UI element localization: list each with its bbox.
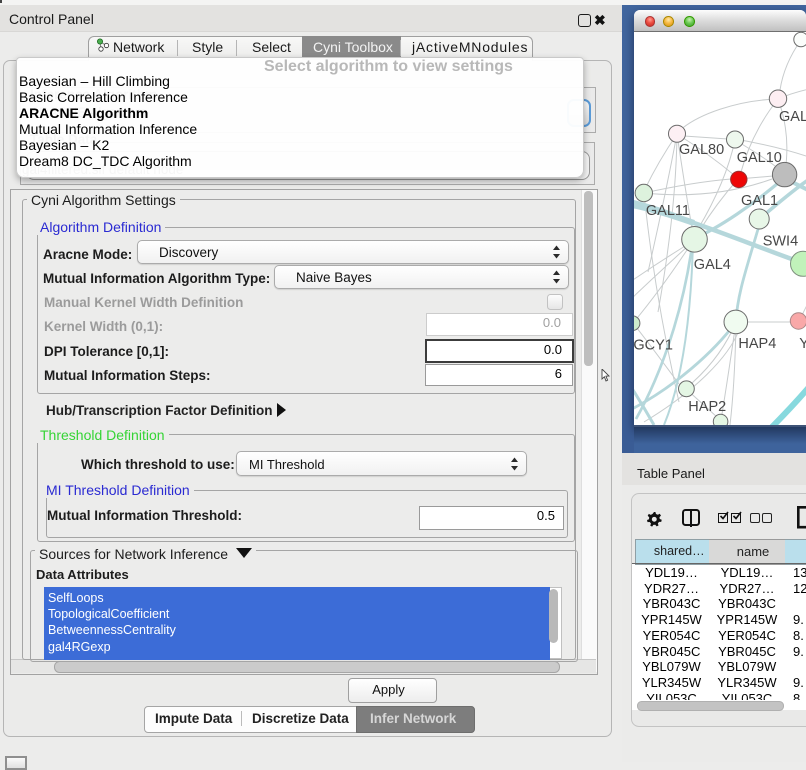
svg-text:GAL7: GAL7 [779,109,806,125]
svg-text:GAL1: GAL1 [741,193,778,209]
svg-text:GAL11: GAL11 [646,203,690,219]
svg-text:GCY1: GCY1 [634,337,673,353]
svg-text:HAP2: HAP2 [688,399,726,415]
svg-text:Y: Y [799,336,806,352]
svg-text:GAL10: GAL10 [737,150,782,166]
svg-text:SWI4: SWI4 [763,234,798,250]
svg-text:GAL4: GAL4 [694,257,731,273]
svg-text:HAP4: HAP4 [738,336,776,352]
svg-text:GAL80: GAL80 [679,142,724,158]
